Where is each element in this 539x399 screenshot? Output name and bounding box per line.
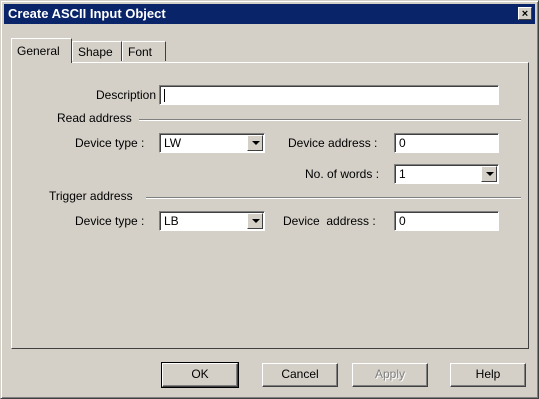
title-bar[interactable]: Create ASCII Input Object × — [4, 4, 535, 24]
window-title: Create ASCII Input Object — [8, 6, 166, 21]
tab-general-label: General — [17, 44, 60, 58]
apply-button[interactable]: Apply — [352, 363, 428, 387]
tab-shape-label: Shape — [78, 45, 113, 59]
tab-shape[interactable]: Shape — [72, 41, 122, 61]
close-button[interactable]: × — [518, 7, 532, 20]
tab-general[interactable]: General — [11, 38, 72, 63]
close-icon: × — [521, 8, 529, 20]
general-tab-panel — [11, 62, 529, 349]
help-button[interactable]: Help — [450, 363, 526, 387]
tab-font-label: Font — [128, 45, 153, 59]
tab-font[interactable]: Font — [122, 41, 166, 61]
cancel-button[interactable]: Cancel — [262, 363, 338, 387]
ok-button[interactable]: OK — [161, 362, 239, 388]
create-ascii-input-dialog: Create ASCII Input Object × General Shap… — [0, 0, 539, 399]
